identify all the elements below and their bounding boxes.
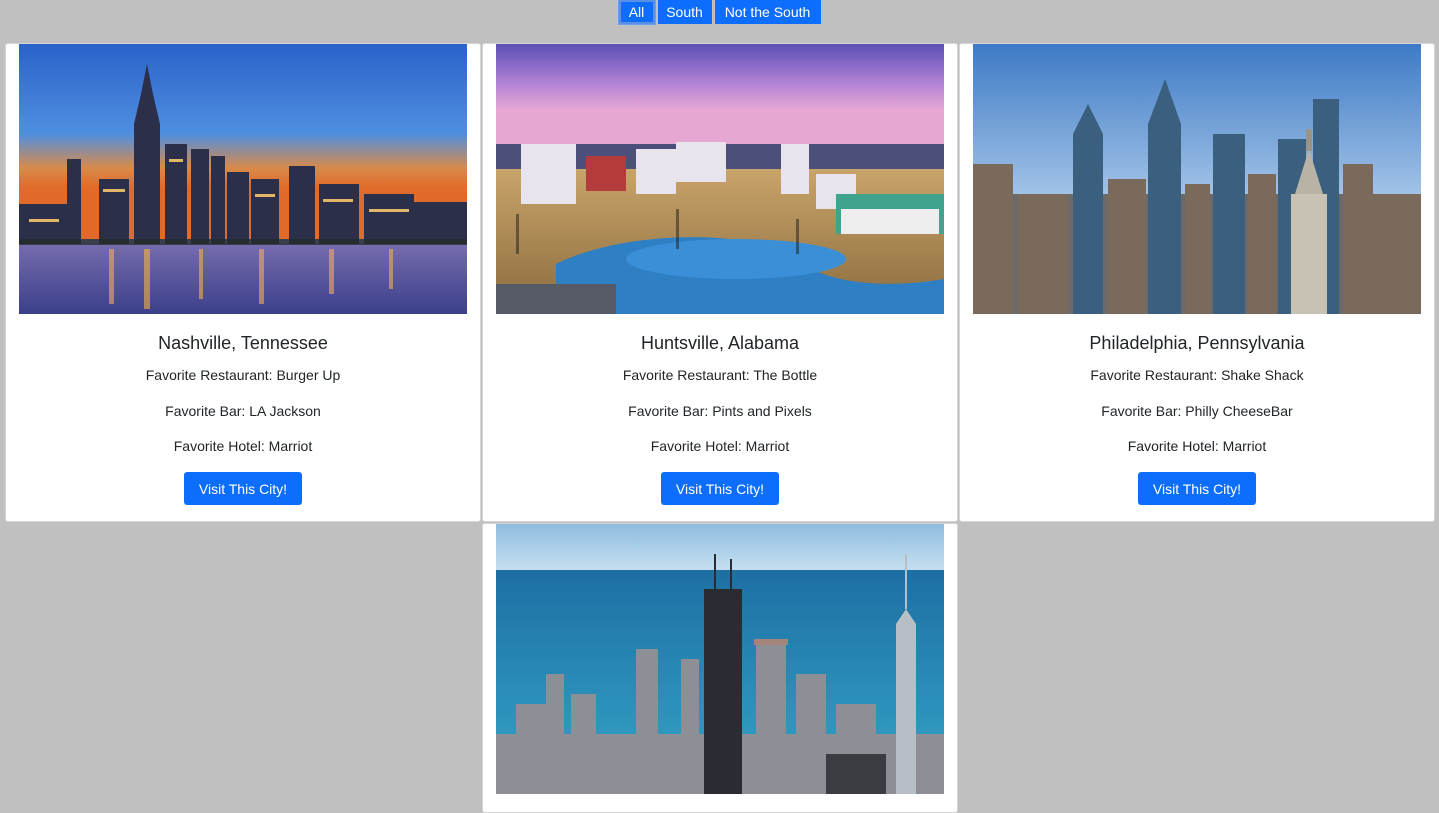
- city-image-chicago: [496, 524, 944, 794]
- favorite-hotel: Favorite Hotel: Marriot: [1127, 438, 1267, 454]
- favorite-hotel: Favorite Hotel: Marriot: [650, 438, 790, 454]
- city-card-chicago: [482, 523, 958, 813]
- city-card-huntsville: Huntsville, Alabama Favorite Restaurant:…: [482, 43, 958, 522]
- city-card-nashville: Nashville, Tennessee Favorite Restaurant…: [5, 43, 481, 522]
- favorite-bar: Favorite Bar: Pints and Pixels: [628, 403, 812, 419]
- visit-city-button[interactable]: Visit This City!: [1138, 472, 1256, 505]
- filter-south-button[interactable]: South: [657, 0, 712, 24]
- favorite-restaurant: Favorite Restaurant: Shake Shack: [1090, 367, 1304, 383]
- favorite-restaurant: Favorite Restaurant: The Bottle: [622, 367, 818, 383]
- favorite-hotel: Favorite Hotel: Marriot: [173, 438, 313, 454]
- city-image-nashville: [19, 44, 467, 314]
- favorite-restaurant: Favorite Restaurant: Burger Up: [145, 367, 341, 383]
- city-image-philadelphia: [973, 44, 1421, 314]
- city-card-philadelphia: Philadelphia, Pennsylvania Favorite Rest…: [959, 43, 1435, 522]
- favorite-bar: Favorite Bar: LA Jackson: [165, 403, 321, 419]
- city-title: Nashville, Tennessee: [158, 333, 328, 353]
- filter-not-south-button[interactable]: Not the South: [714, 0, 821, 24]
- visit-city-button[interactable]: Visit This City!: [184, 472, 302, 505]
- filter-bar: All South Not the South: [0, 0, 1439, 26]
- city-title: Philadelphia, Pennsylvania: [1089, 333, 1305, 353]
- filter-all-button[interactable]: All: [617, 0, 656, 25]
- visit-city-button[interactable]: Visit This City!: [661, 472, 779, 505]
- favorite-bar: Favorite Bar: Philly CheeseBar: [1101, 403, 1293, 419]
- city-image-huntsville: [496, 44, 944, 314]
- city-title: Huntsville, Alabama: [640, 333, 800, 353]
